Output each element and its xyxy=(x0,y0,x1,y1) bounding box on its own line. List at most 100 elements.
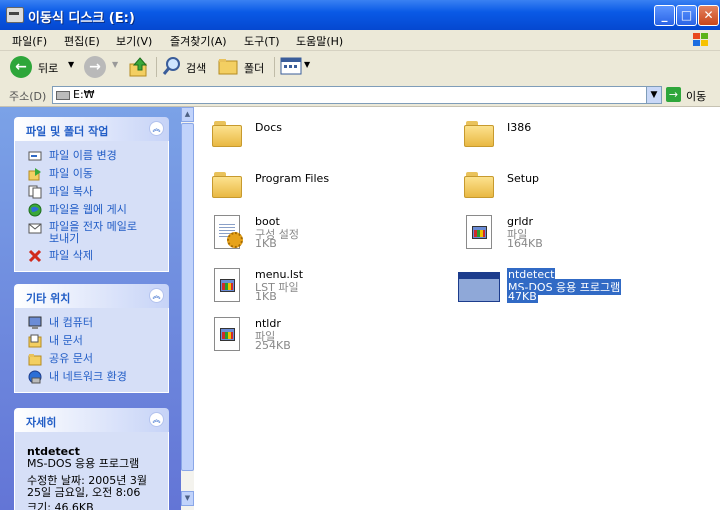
copy-file-link[interactable]: 파일 복사 xyxy=(15,183,168,201)
window-title: 이동식 디스크 (E:) xyxy=(28,11,135,26)
link-label: 파일 복사 xyxy=(49,185,93,198)
windows-logo-icon xyxy=(693,33,708,46)
scroll-down-icon[interactable]: ▼ xyxy=(181,491,194,506)
menu-edit[interactable]: 편집(E) xyxy=(64,33,100,49)
address-input[interactable]: E:₩ ▼ xyxy=(52,86,662,104)
folders-icon xyxy=(218,59,238,75)
scroll-thumb[interactable] xyxy=(181,123,194,471)
folders-button[interactable]: 폴더 xyxy=(218,56,270,78)
email-file-link[interactable]: 파일을 전자 메일로 보내기 xyxy=(15,219,168,247)
link-label: 파일 이동 xyxy=(49,167,93,180)
network-icon xyxy=(28,370,42,384)
file-size: 164KB xyxy=(507,237,543,250)
folders-label: 폴더 xyxy=(244,62,265,75)
menu-file[interactable]: 파일(F) xyxy=(12,33,47,49)
publish-web-link[interactable]: 파일을 웹에 게시 xyxy=(15,201,168,219)
file-name: I386 xyxy=(507,121,532,134)
link-label: 파일을 웹에 게시 xyxy=(49,203,127,216)
folder-icon xyxy=(212,172,242,198)
shared-documents-link[interactable]: 공유 문서 xyxy=(15,350,168,368)
file-name: Program Files xyxy=(255,172,330,185)
menu-help[interactable]: 도움말(H) xyxy=(296,33,343,49)
collapse-icon[interactable]: ︽ xyxy=(149,121,164,136)
link-label-continued: 보내기 xyxy=(49,232,80,245)
documents-icon xyxy=(28,334,42,348)
address-label: 주소(D) xyxy=(9,90,47,103)
menu-favorites[interactable]: 즐겨찾기(A) xyxy=(170,33,227,49)
maximize-button[interactable]: □ xyxy=(676,5,697,26)
move-file-link[interactable]: 파일 이동 xyxy=(15,165,168,183)
back-arrow-icon: ← xyxy=(10,56,32,78)
panel-title: 자세히 xyxy=(26,416,57,429)
panel-header[interactable]: 자세히 ︽ xyxy=(14,408,169,432)
detail-type: MS-DOS 응용 프로그램 xyxy=(27,457,140,470)
file-icon xyxy=(214,317,240,351)
file-list: Docs I386 Program Files Setup boot 구성 설정… xyxy=(194,107,720,510)
search-label: 검색 xyxy=(186,62,207,75)
collapse-icon[interactable]: ︽ xyxy=(149,412,164,427)
file-name: Docs xyxy=(255,121,282,134)
views-dropdown-icon: ▼ xyxy=(304,60,311,69)
file-icon xyxy=(214,268,240,302)
back-dropdown-icon[interactable]: ▼ xyxy=(68,60,74,69)
my-computer-link[interactable]: 내 컴퓨터 xyxy=(15,314,168,332)
file-item-program-files[interactable]: Program Files xyxy=(202,162,462,206)
file-icon xyxy=(466,215,492,249)
scroll-up-icon[interactable]: ▲ xyxy=(181,107,194,122)
computer-icon xyxy=(28,316,42,329)
forward-dropdown-icon[interactable]: ▼ xyxy=(112,60,118,69)
toolbar-separator xyxy=(274,57,275,77)
application-icon xyxy=(458,272,500,302)
forward-button[interactable]: → ▼ xyxy=(84,56,124,78)
file-item-ntldr[interactable]: ntldr 파일 254KB xyxy=(202,313,462,357)
search-button[interactable]: 검색 xyxy=(162,56,214,78)
move-icon xyxy=(28,168,41,181)
address-bar: 주소(D) E:₩ ▼ → 이동 xyxy=(0,84,720,107)
minimize-button[interactable]: _ xyxy=(654,5,675,26)
toolbar-separator xyxy=(156,57,157,77)
link-label: 파일 삭제 xyxy=(49,249,93,262)
delete-file-link[interactable]: 파일 삭제 xyxy=(15,247,168,265)
globe-icon xyxy=(28,203,42,217)
rename-file-link[interactable]: 파일 이름 변경 xyxy=(15,147,168,165)
file-item-setup[interactable]: Setup xyxy=(454,162,714,206)
network-places-link[interactable]: 내 네트워크 환경 xyxy=(15,368,168,386)
go-button[interactable]: 이동 xyxy=(686,88,706,104)
task-pane-scrollbar[interactable]: ▲ ▼ xyxy=(181,107,194,510)
menu-view[interactable]: 보기(V) xyxy=(116,33,152,49)
panel-header[interactable]: 파일 및 폴더 작업 ︽ xyxy=(14,117,169,141)
rename-icon xyxy=(28,151,42,161)
link-label: 내 네트워크 환경 xyxy=(49,370,127,383)
file-item-i386[interactable]: I386 xyxy=(454,111,714,155)
link-label: 내 컴퓨터 xyxy=(49,316,93,329)
link-label: 파일 이름 변경 xyxy=(49,149,117,162)
collapse-icon[interactable]: ︽ xyxy=(149,288,164,303)
drive-icon xyxy=(6,7,24,23)
other-places-panel: 기타 위치 ︽ 내 컴퓨터 내 문서 공유 문서 내 네트워크 환경 xyxy=(14,284,169,393)
drive-icon xyxy=(56,91,70,100)
close-button[interactable]: ✕ xyxy=(698,5,719,26)
go-arrow-icon[interactable]: → xyxy=(666,87,681,102)
chevron-down-icon[interactable]: ▼ xyxy=(646,87,661,103)
back-label: 뒤로 xyxy=(38,62,59,75)
file-folder-tasks-panel: 파일 및 폴더 작업 ︽ 파일 이름 변경 파일 이동 파일 복사 파일을 웹에… xyxy=(14,117,169,272)
file-item-grldr[interactable]: grldr 파일 164KB xyxy=(454,211,714,255)
file-size: 1KB xyxy=(255,290,277,303)
file-item-ntdetect[interactable]: ntdetect MS-DOS 응용 프로그램 47KB xyxy=(454,264,714,308)
title-bar[interactable]: 이동식 디스크 (E:) _ □ ✕ xyxy=(0,0,720,30)
file-item-boot[interactable]: boot 구성 설정 1KB xyxy=(202,211,462,255)
panel-title: 기타 위치 xyxy=(26,292,71,305)
details-panel: 자세히 ︽ ntdetect MS-DOS 응용 프로그램 수정한 날짜: 20… xyxy=(14,408,169,510)
panel-header[interactable]: 기타 위치 ︽ xyxy=(14,284,169,308)
menu-tools[interactable]: 도구(T) xyxy=(244,33,280,49)
menu-bar: 파일(F) 편집(E) 보기(V) 즐겨찾기(A) 도구(T) 도움말(H) xyxy=(0,30,720,51)
views-button[interactable]: ▼ xyxy=(280,56,314,78)
folder-icon xyxy=(464,172,494,198)
panel-title: 파일 및 폴더 작업 xyxy=(26,125,109,138)
my-documents-link[interactable]: 내 문서 xyxy=(15,332,168,350)
file-item-docs[interactable]: Docs xyxy=(202,111,462,155)
back-button[interactable]: ← 뒤로 ▼ xyxy=(10,56,78,78)
file-item-menu-lst[interactable]: menu.lst LST 파일 1KB xyxy=(202,264,462,308)
up-folder-button[interactable] xyxy=(128,56,150,78)
forward-arrow-icon: → xyxy=(84,56,106,78)
